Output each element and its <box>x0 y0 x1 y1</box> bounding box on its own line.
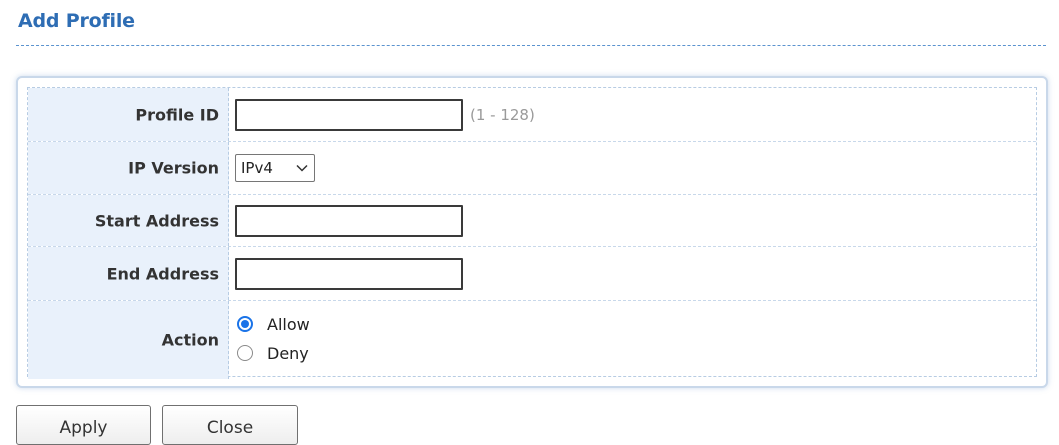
label-cell: Start Address <box>28 195 229 246</box>
row-start-address: Start Address <box>28 195 1036 247</box>
allow-radio-label: Allow <box>267 314 310 334</box>
form-table: Profile ID (1 - 128) IP Version IPv4 Sta… <box>27 87 1037 379</box>
value-cell <box>229 195 1036 246</box>
profile-id-label: Profile ID <box>135 105 219 124</box>
profile-id-range-hint: (1 - 128) <box>470 105 535 124</box>
allow-radio[interactable] <box>237 316 253 332</box>
action-label: Action <box>161 330 219 350</box>
label-cell: IP Version <box>28 142 229 194</box>
label-cell: Profile ID <box>28 88 229 141</box>
title-divider <box>16 45 1046 46</box>
value-cell <box>229 247 1036 300</box>
end-address-input[interactable] <box>235 257 463 290</box>
deny-radio-label: Deny <box>267 343 309 363</box>
ip-version-label: IP Version <box>128 158 219 178</box>
deny-radio[interactable] <box>237 345 253 361</box>
action-option-allow[interactable]: Allow <box>237 313 310 335</box>
page-title: Add Profile <box>18 10 135 32</box>
apply-button[interactable]: Apply <box>16 405 151 445</box>
chevron-down-icon <box>296 164 308 172</box>
profile-id-input[interactable] <box>235 98 463 131</box>
label-cell: End Address <box>28 247 229 300</box>
row-action: Action Allow Deny <box>28 301 1036 379</box>
row-ip-version: IP Version IPv4 <box>28 142 1036 195</box>
start-address-label: Start Address <box>94 211 219 230</box>
label-cell: Action <box>28 301 229 379</box>
value-cell: (1 - 128) <box>229 88 1036 141</box>
row-profile-id: Profile ID (1 - 128) <box>28 88 1036 142</box>
ip-version-select[interactable]: IPv4 <box>235 154 315 182</box>
action-option-deny[interactable]: Deny <box>237 342 309 364</box>
end-address-label: End Address <box>106 264 219 283</box>
ip-version-selected-value: IPv4 <box>241 159 273 177</box>
row-end-address: End Address <box>28 247 1036 301</box>
start-address-input[interactable] <box>235 204 463 237</box>
value-cell: Allow Deny <box>229 301 1036 379</box>
add-profile-panel: Profile ID (1 - 128) IP Version IPv4 Sta… <box>16 76 1048 388</box>
close-button[interactable]: Close <box>162 405 298 445</box>
value-cell: IPv4 <box>229 142 1036 194</box>
